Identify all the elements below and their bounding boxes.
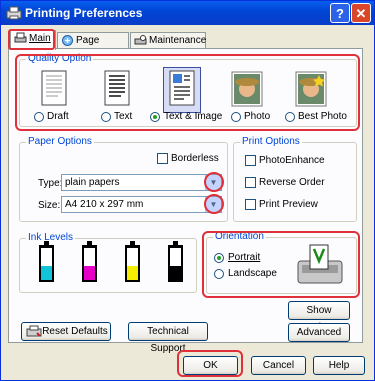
ink-cartridge-cap <box>44 241 49 246</box>
print-preview-label: Print Preview <box>259 199 318 210</box>
ink-cartridge-cap <box>173 241 178 246</box>
ink-level-fill <box>41 265 52 280</box>
size-dropdown-highlight <box>204 194 224 214</box>
paper-size-value: A4 210 x 297 mm <box>65 199 144 210</box>
text-image-radio[interactable] <box>150 112 160 122</box>
show-settings-button[interactable]: Show Settings <box>288 301 350 333</box>
ink-cartridge-cap <box>130 241 135 246</box>
ok-button-highlight <box>177 350 243 377</box>
print-options-title: Print Options <box>240 136 302 147</box>
draft-document-icon <box>41 70 67 106</box>
paper-size-select[interactable]: A4 210 x 297 mm ▼ <box>61 196 222 213</box>
ink-level-fill <box>84 265 95 280</box>
type-label: Type: <box>38 178 63 189</box>
draft-radio[interactable] <box>34 112 44 122</box>
main-tab-highlight <box>8 29 55 50</box>
printer-orientation-icon <box>297 244 343 284</box>
landscape-radio[interactable] <box>214 269 224 279</box>
portrait-label: Portrait <box>228 252 261 263</box>
ink-cartridge <box>168 241 183 282</box>
help-button[interactable]: Help <box>313 356 365 375</box>
type-dropdown-highlight <box>204 172 224 192</box>
photo-label: Photo <box>244 111 271 122</box>
paper-type-select[interactable]: plain papers ▼ <box>61 174 222 191</box>
paper-options-title: Paper Options <box>26 136 94 147</box>
title-bar[interactable]: Printing Preferences ? ✕ <box>1 1 374 25</box>
draft-label: Draft <box>47 111 69 122</box>
text-image-label: Text & Image <box>164 111 223 122</box>
photo-icon <box>231 71 263 107</box>
technical-support-button[interactable]: Technical Support <box>128 322 208 354</box>
photo-radio[interactable] <box>231 112 241 122</box>
borderless-checkbox[interactable] <box>157 153 168 164</box>
window-title: Printing Preferences <box>25 6 143 20</box>
print-preview-checkbox[interactable] <box>245 199 256 210</box>
landscape-label: Landscape <box>228 268 277 279</box>
tab-maintenance[interactable]: Maintenance <box>130 32 206 49</box>
ink-cartridge <box>39 241 54 282</box>
reset-printer-icon <box>26 325 42 337</box>
printer-icon <box>6 6 22 20</box>
ink-cartridge <box>125 241 140 282</box>
ink-level-fill <box>170 265 181 280</box>
reverse-order-label: Reverse Order <box>259 177 325 188</box>
tab-label: Maintenance <box>149 35 207 46</box>
ink-cartridge-cap <box>87 241 92 246</box>
cancel-button[interactable]: Cancel <box>251 356 306 375</box>
portrait-radio[interactable] <box>214 253 224 263</box>
best-photo-label: Best Photo <box>298 111 347 122</box>
reset-defaults-button[interactable]: Reset Defaults <box>21 322 111 341</box>
page-layout-icon <box>62 35 73 46</box>
text-image-document-icon <box>169 70 195 106</box>
borderless-label: Borderless <box>171 153 219 164</box>
size-label: Size: <box>38 200 61 211</box>
ink-levels-title: Ink Levels <box>26 232 76 243</box>
help-title-button[interactable]: ? <box>330 3 350 23</box>
tab-page-layout[interactable]: Page Layout <box>57 32 129 61</box>
ink-level-fill <box>127 265 138 280</box>
text-document-icon <box>104 70 130 106</box>
close-title-button[interactable]: ✕ <box>351 3 371 23</box>
best-photo-radio[interactable] <box>285 112 295 122</box>
paper-type-value: plain papers <box>65 177 120 188</box>
text-radio[interactable] <box>101 112 111 122</box>
photo-enhance-checkbox[interactable] <box>245 155 256 166</box>
reverse-order-checkbox[interactable] <box>245 177 256 188</box>
maintenance-icon <box>134 35 147 45</box>
text-label: Text <box>114 111 133 122</box>
ink-cartridge <box>82 241 97 282</box>
advanced-button[interactable]: Advanced <box>288 323 350 342</box>
best-photo-icon <box>295 71 327 107</box>
photo-enhance-label: PhotoEnhance <box>259 155 325 166</box>
printing-preferences-window: Printing Preferences ? ✕ Main Page Layou… <box>0 0 375 381</box>
